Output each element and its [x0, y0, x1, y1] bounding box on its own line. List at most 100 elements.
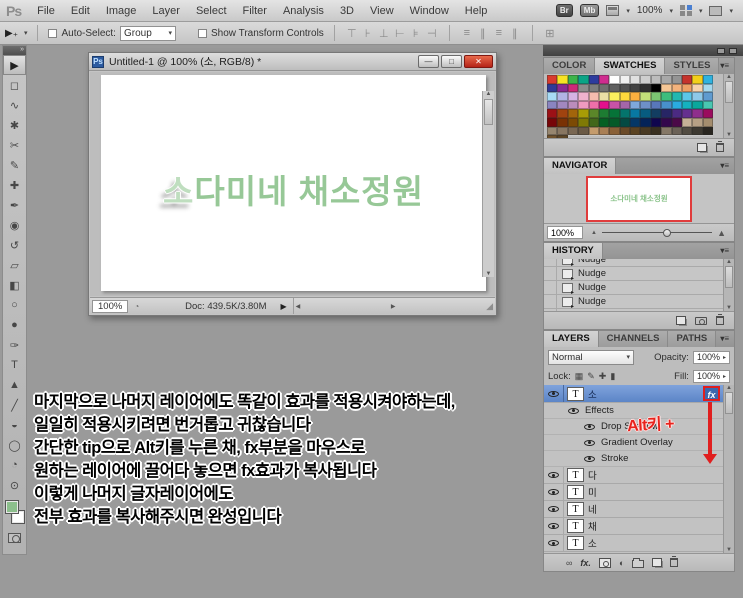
document-titlebar[interactable]: Ps Untitled-1 @ 100% (소, RGB/8) * — □ ✕ [89, 53, 496, 71]
align-left-icon[interactable]: ⊢ [393, 27, 407, 40]
color-swatch[interactable] [640, 75, 651, 84]
lock-all-icon[interactable]: ▮ [610, 371, 615, 382]
zoom-out-mountain-icon[interactable]: ▲ [591, 230, 597, 236]
color-swatch[interactable] [661, 92, 672, 101]
color-swatch[interactable] [578, 117, 589, 127]
new-layer-icon[interactable] [652, 558, 663, 567]
menu-item[interactable]: Filter [235, 5, 275, 17]
color-swatch[interactable] [692, 92, 703, 101]
color-swatch[interactable] [588, 100, 599, 110]
new-swatch-icon[interactable] [697, 143, 707, 152]
close-panels-icon[interactable] [729, 47, 737, 54]
history-row[interactable]: Nudge [544, 259, 723, 268]
history-source-checkbox[interactable] [544, 259, 557, 266]
history-scrollbar[interactable]: ▲ ▼ [723, 259, 734, 311]
color-swatch[interactable] [692, 126, 703, 136]
vertical-scrollbar[interactable]: ▲ ▼ [482, 91, 494, 277]
color-swatch[interactable] [619, 100, 630, 110]
view-extras-dropdown-icon[interactable]: ▾ [699, 7, 703, 15]
layer-fx-icon[interactable]: fx [703, 386, 720, 401]
color-swatch[interactable] [702, 75, 713, 84]
slider-track[interactable] [601, 228, 713, 237]
color-swatch[interactable] [650, 126, 662, 136]
color-swatch[interactable] [567, 92, 579, 101]
color-swatch[interactable] [609, 117, 620, 127]
color-swatch[interactable] [702, 117, 713, 127]
color-swatch[interactable] [671, 92, 682, 101]
layers-scrollbar[interactable]: ▲ ▼ [723, 385, 734, 553]
color-swatch[interactable] [671, 83, 682, 93]
panel-menu-icon[interactable]: ▾≡ [720, 243, 734, 259]
color-swatch[interactable] [671, 100, 682, 110]
trash-icon[interactable] [716, 141, 724, 152]
color-swatch[interactable] [681, 75, 693, 84]
color-swatch[interactable] [557, 75, 568, 84]
navigator-zoom-field[interactable]: 100% [547, 226, 583, 239]
scroll-thumb[interactable] [725, 266, 733, 288]
scroll-up-icon[interactable]: ▲ [724, 259, 734, 265]
zoom-level-value[interactable]: 100% [637, 5, 663, 16]
color-swatch[interactable] [619, 83, 630, 93]
menu-item[interactable]: Select [188, 5, 235, 17]
color-swatch[interactable] [692, 109, 703, 118]
color-swatch[interactable] [567, 75, 579, 84]
color-swatch[interactable] [630, 109, 641, 118]
horizontal-scrollbar[interactable]: ◀ ▶ ◢ [292, 298, 495, 314]
lock-position-icon[interactable]: ✚ [599, 371, 607, 382]
history-source-checkbox[interactable] [544, 267, 557, 280]
line-tool[interactable]: ╱ [3, 395, 26, 415]
screen-mode-dropdown-icon[interactable]: ▾ [729, 7, 733, 15]
color-swatch[interactable] [692, 83, 703, 93]
scroll-left-icon[interactable]: ◀ [296, 303, 301, 310]
panel-menu-icon[interactable]: ▾≡ [720, 331, 734, 347]
color-swatch[interactable] [598, 92, 610, 101]
auto-select-dropdown[interactable]: Group ▾ [119, 25, 176, 41]
blur-tool[interactable]: ○ [3, 295, 26, 315]
zoom-scrub-icon[interactable]: ◔ [134, 302, 139, 311]
color-swatch[interactable] [547, 109, 558, 118]
slider-thumb[interactable] [662, 228, 671, 237]
color-swatch[interactable] [661, 117, 672, 127]
color-swatch[interactable] [619, 117, 630, 127]
clone-stamp-tool[interactable]: ◉ [3, 215, 26, 235]
color-swatch[interactable] [681, 117, 693, 127]
color-swatch[interactable] [609, 109, 620, 118]
scroll-thumb[interactable] [725, 81, 733, 103]
scroll-thumb[interactable] [484, 99, 493, 125]
history-source-checkbox[interactable] [544, 281, 557, 294]
marquee-tool[interactable]: ◻ [3, 75, 26, 95]
color-swatch[interactable] [671, 109, 682, 118]
menu-item[interactable]: Help [457, 5, 496, 17]
scroll-up-icon[interactable]: ▲ [483, 91, 494, 97]
healing-brush-tool[interactable]: ✚ [3, 175, 26, 195]
color-swatch[interactable] [640, 83, 651, 93]
color-swatch[interactable] [557, 117, 568, 127]
eyedropper-tool[interactable]: ✎ [3, 155, 26, 175]
history-row[interactable]: Nudge [544, 281, 723, 296]
zoom-dropdown-icon[interactable]: ▾ [669, 7, 673, 15]
tab-styles[interactable]: STYLES [665, 58, 720, 74]
scroll-up-icon[interactable]: ▲ [724, 385, 734, 391]
color-swatch[interactable] [557, 109, 568, 118]
trash-icon[interactable] [670, 556, 679, 567]
color-swatch[interactable] [671, 117, 682, 127]
quick-mask-mode-icon[interactable] [8, 533, 21, 543]
color-swatch[interactable] [547, 100, 558, 110]
move-tool[interactable]: ▶ [3, 55, 26, 75]
history-row[interactable]: Nudge [544, 295, 723, 310]
color-swatch[interactable] [702, 100, 713, 110]
eraser-tool[interactable]: ▱ [3, 255, 26, 275]
color-swatch[interactable] [578, 83, 589, 93]
foreground-color-swatch[interactable] [5, 500, 19, 514]
screen-mode-icon[interactable] [709, 5, 723, 16]
color-swatch[interactable] [692, 75, 703, 84]
distribute-bottom-icon[interactable]: ≡ [492, 27, 506, 40]
gradient-tool[interactable]: ◧ [3, 275, 26, 295]
color-swatch[interactable] [630, 75, 641, 84]
crop-tool[interactable]: ✂ [3, 135, 26, 155]
status-flyout-icon[interactable]: ▶ [280, 302, 286, 311]
color-swatch[interactable] [630, 126, 641, 136]
color-swatch[interactable] [640, 117, 651, 127]
menu-item[interactable]: View [362, 5, 402, 17]
color-swatch[interactable] [588, 83, 599, 93]
